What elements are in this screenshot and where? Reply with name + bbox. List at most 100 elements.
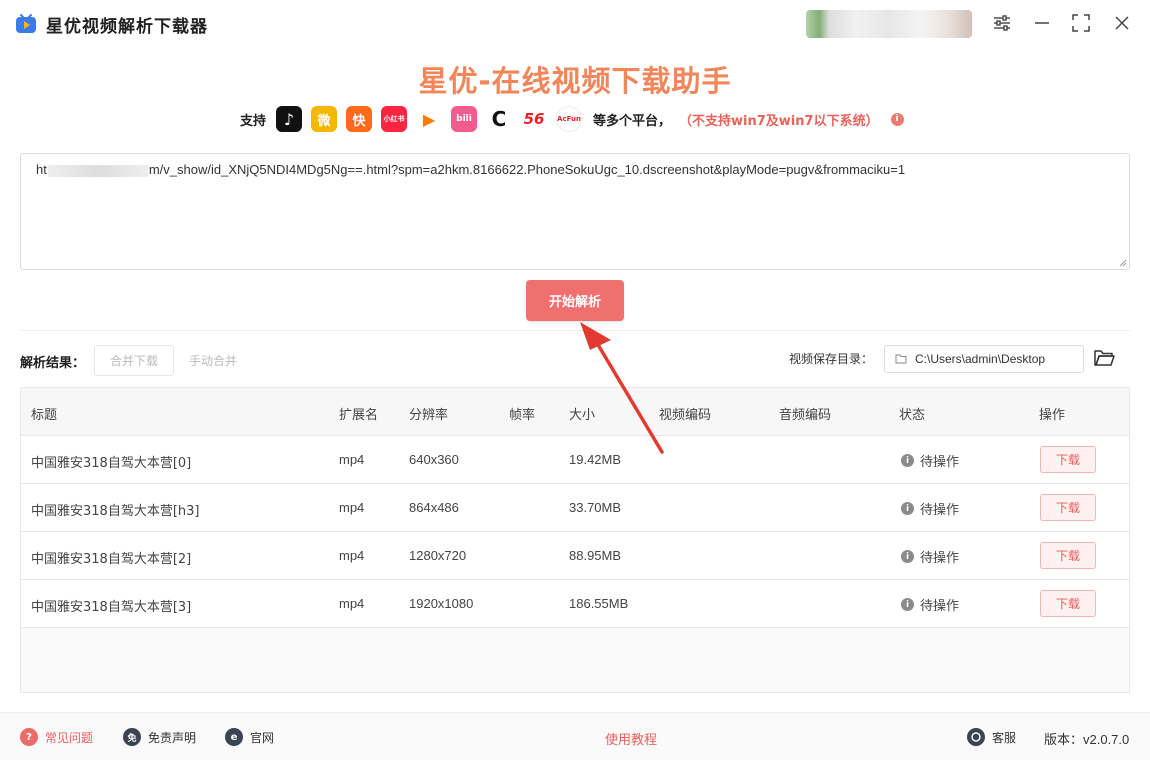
start-parse-button[interactable]: 开始解析: [526, 280, 624, 321]
weibo-icon: 微: [311, 106, 338, 132]
table-header: 标题 扩展名 分辨率 帧率 大小 视频编码 音频编码 状态 操作: [21, 388, 1129, 436]
browser-icon: e: [225, 728, 243, 746]
table-row[interactable]: 中国雅安318自驾大本营[0] mp4 640x360 19.42MB i 待操作…: [21, 436, 1129, 484]
app-title: 星优视频解析下载器: [46, 17, 208, 37]
cell-ext: mp4: [339, 548, 365, 563]
cell-size: 186.55MB: [569, 596, 629, 611]
maximize-icon[interactable]: [1070, 12, 1092, 34]
manual-merge-link[interactable]: 手动合并: [189, 352, 237, 369]
cell-size: 33.70MB: [569, 500, 622, 515]
support-label: 客服: [992, 730, 1017, 745]
cell-status: i 待操作: [901, 595, 959, 614]
status-text: 待操作: [920, 503, 960, 518]
col-fps: 帧率: [509, 408, 536, 423]
cell-size: 19.42MB: [569, 452, 622, 467]
cell-title: 中国雅安318自驾大本营[0]: [31, 456, 192, 471]
cell-status: i 待操作: [901, 547, 959, 566]
status-text: 待操作: [920, 599, 960, 614]
headset-icon: [967, 728, 985, 746]
cell-title: 中国雅安318自驾大本营[3]: [31, 600, 192, 615]
download-button[interactable]: 下载: [1040, 494, 1096, 521]
hero-title: 星优-在线视频下载助手: [418, 64, 732, 98]
bilibili-icon: bili: [451, 106, 478, 132]
title-bar: 星优视频解析下载器: [0, 0, 1150, 46]
acfun-icon: AcFun: [556, 106, 583, 132]
tutorial-link[interactable]: 使用教程: [605, 729, 657, 748]
cell-resolution: 1280x720: [409, 548, 467, 563]
cell-resolution: 864x486: [409, 500, 459, 515]
disclaimer-label: 免责声明: [148, 730, 197, 745]
platform-list: 支持 ♪ 微 快 小红书 ▶ bili C 56 AcFun 等多个平台， （不…: [240, 104, 904, 134]
url-input[interactable]: ht m/v_show/id_XNjQ5NDI4MDg5Ng==.html?spm…: [20, 153, 1130, 270]
save-dir-label: 视频保存目录：: [789, 352, 874, 366]
download-button[interactable]: 下载: [1040, 590, 1096, 617]
website-link[interactable]: e 官网: [225, 728, 274, 746]
col-ext: 扩展名: [339, 408, 379, 423]
56-icon: 56: [521, 106, 548, 132]
table-row[interactable]: 中国雅安318自驾大本营[3] mp4 1920x1080 186.55MB i…: [21, 580, 1129, 628]
col-status: 状态: [899, 408, 926, 423]
cell-resolution: 1920x1080: [409, 596, 474, 611]
result-table: 标题 扩展名 分辨率 帧率 大小 视频编码 音频编码 状态 操作 中国雅安318…: [20, 387, 1130, 693]
table-row[interactable]: 中国雅安318自驾大本营[2] mp4 1280x720 88.95MB i 待操…: [21, 532, 1129, 580]
result-label: 解析结果：: [20, 356, 86, 371]
col-video-codec: 视频编码: [659, 408, 712, 423]
col-size: 大小: [569, 408, 596, 423]
status-info-icon: i: [901, 502, 914, 515]
cell-resolution: 640x360: [409, 452, 459, 467]
cell-ext: mp4: [339, 452, 365, 467]
support-link[interactable]: 客服: [967, 728, 1016, 746]
col-action: 操作: [1039, 408, 1066, 423]
col-resolution: 分辨率: [409, 408, 449, 423]
table-row[interactable]: 中国雅安318自驾大本营[h3] mp4 864x486 33.70MB i 待操…: [21, 484, 1129, 532]
download-button[interactable]: 下载: [1040, 446, 1096, 473]
disclaimer-link[interactable]: 免 免责声明: [123, 728, 196, 746]
douyin-icon: ♪: [276, 106, 303, 132]
download-button[interactable]: 下载: [1040, 542, 1096, 569]
merge-download-button[interactable]: 合并下载: [94, 345, 174, 376]
url-redacted: [47, 164, 148, 177]
tutorial-label: 使用教程: [605, 733, 658, 748]
faq-link[interactable]: ? 常见问题: [20, 728, 93, 746]
close-icon[interactable]: [1111, 12, 1133, 34]
tencent-video-icon: ▶: [416, 106, 443, 132]
more-platforms-text: 等多个平台，: [593, 113, 672, 129]
save-dir-value: C:\Users\admin\Desktop: [915, 352, 1046, 366]
app-logo-icon: [16, 14, 36, 33]
user-account-area[interactable]: [806, 10, 972, 38]
cell-title: 中国雅安318自驾大本营[h3]: [31, 504, 200, 519]
cell-status: i 待操作: [901, 499, 959, 518]
disclaimer-icon: 免: [123, 728, 141, 746]
website-label: 官网: [250, 730, 275, 745]
resize-grip-icon[interactable]: [1119, 259, 1127, 267]
settings-sliders-icon[interactable]: [991, 12, 1013, 34]
system-warning-text: （不支持win7及win7以下系统）: [679, 113, 879, 129]
xiaohongshu-icon: 小红书: [381, 106, 408, 132]
cell-ext: mp4: [339, 596, 365, 611]
status-info-icon: i: [901, 550, 914, 563]
col-audio-codec: 音频编码: [779, 408, 832, 423]
save-dir-input[interactable]: C:\Users\admin\Desktop: [884, 345, 1084, 373]
cell-title: 中国雅安318自驾大本营[2]: [31, 552, 192, 567]
version-text: 版本：v2.0.7.0: [1044, 732, 1130, 747]
faq-label: 常见问题: [45, 730, 94, 745]
divider: [20, 330, 1130, 331]
cell-size: 88.95MB: [569, 548, 622, 563]
question-icon: ?: [20, 728, 38, 746]
folder-open-icon[interactable]: [1093, 348, 1115, 368]
status-info-icon: i: [901, 598, 914, 611]
info-icon[interactable]: i: [890, 112, 904, 126]
kuaishou-icon: 快: [346, 106, 373, 132]
status-text: 待操作: [920, 455, 960, 470]
status-text: 待操作: [920, 551, 960, 566]
cell-ext: mp4: [339, 500, 365, 515]
col-title: 标题: [31, 408, 58, 423]
status-info-icon: i: [901, 454, 914, 467]
folder-small-icon: [895, 354, 907, 364]
url-prefix: ht: [36, 162, 47, 177]
url-suffix: m/v_show/id_XNjQ5NDI4MDg5Ng==.html?spm=a…: [148, 162, 906, 177]
footer: ? 常见问题 免 免责声明 e 官网 使用教程 客服 版本：v2.0.7.0: [0, 712, 1150, 760]
cctv-icon: C: [486, 106, 513, 132]
minimize-icon[interactable]: [1031, 12, 1053, 34]
support-label: 支持: [240, 113, 267, 129]
